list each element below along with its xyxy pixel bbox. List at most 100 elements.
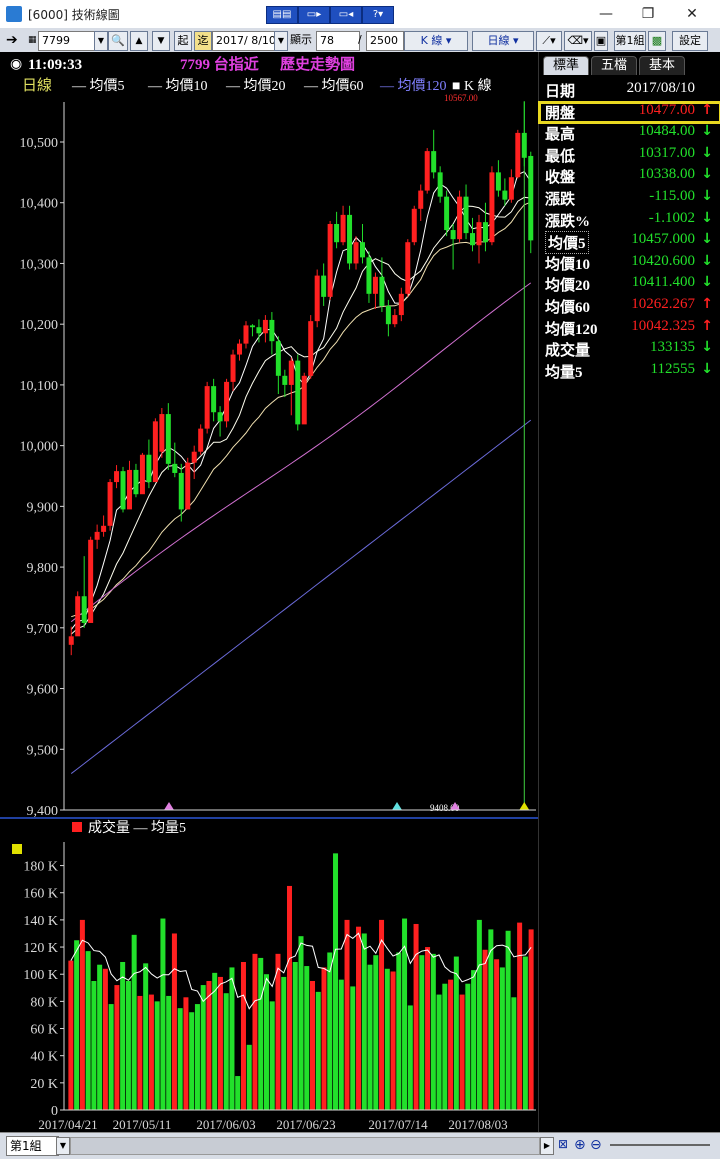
date-dropdown-icon[interactable]: ▼	[274, 31, 288, 51]
volume-bar	[125, 981, 131, 1110]
quote-value: 10262.267	[631, 296, 695, 312]
symbol-input[interactable]: 7799	[38, 31, 102, 51]
video-icon-button[interactable]: ▭◂	[330, 6, 362, 24]
chart-title: 7799 台指近	[180, 55, 259, 73]
symbol-dropdown-icon[interactable]: ▼	[94, 31, 108, 51]
volume-bar	[379, 919, 385, 1110]
quote-row: 成交量 133135 ↓	[539, 339, 720, 360]
legend-item: — 均價20	[225, 77, 286, 94]
volume-bar	[240, 961, 246, 1110]
quote-row: 日期 2017/08/10	[539, 80, 720, 101]
app-icon	[6, 6, 22, 22]
tab-2[interactable]: 基本	[639, 56, 685, 75]
display-count-input[interactable]: 78	[316, 31, 360, 51]
end-label-button[interactable]: 迄	[194, 31, 212, 51]
scroll-right-icon[interactable]: ▶	[540, 1137, 554, 1155]
eraser-icon[interactable]: ⌫▾	[564, 31, 592, 51]
up-arrow-icon[interactable]: ▲	[130, 31, 148, 51]
volume-bar	[281, 976, 287, 1110]
horizontal-scrollbar[interactable]	[70, 1137, 540, 1155]
x-tick-label: 2017/05/11	[113, 1117, 172, 1132]
chart-area[interactable]: ◉ 11:09:33 7799 台指近 歷史走勢圖 日線 — 均價5 — 均價10 — 均價2…	[0, 52, 538, 1132]
candle-body	[482, 222, 488, 243]
down-arrow-icon: ↓	[701, 209, 713, 226]
candle-body	[411, 208, 417, 243]
down-arrow-icon[interactable]: ▼	[152, 31, 170, 51]
quote-label: 漲跌%	[545, 213, 591, 230]
zoom-in-icon[interactable]: ⊕	[574, 1137, 588, 1153]
maximize-icon[interactable]: ❐	[628, 3, 668, 25]
tab-1[interactable]: 五檔	[591, 56, 637, 75]
volume-bar	[183, 997, 189, 1110]
volume-bar	[74, 940, 80, 1110]
candle-body	[191, 451, 197, 463]
date-input[interactable]: 2017/ 8/10	[212, 31, 280, 51]
x-tick-label: 2017/07/14	[368, 1117, 428, 1132]
candle-body	[152, 421, 158, 483]
candle-body	[340, 214, 346, 243]
cursor-marker	[519, 802, 530, 810]
quote-row: 漲跌% -1.1002 ↓	[539, 210, 720, 231]
start-label-button[interactable]: 起	[174, 31, 192, 51]
kline-dropdown[interactable]: K 線 ▾	[404, 31, 468, 51]
candle-body	[353, 242, 359, 264]
volume-bar	[68, 960, 74, 1110]
volume-bar	[114, 985, 120, 1110]
candle-body	[185, 462, 191, 510]
group-dropdown-icon[interactable]: ▼	[56, 1137, 70, 1155]
draw-line-icon[interactable]: ⟋▾	[536, 31, 562, 51]
chart-time: 11:09:33	[28, 57, 82, 73]
zoom-fit-icon[interactable]: ⊠	[558, 1137, 570, 1153]
volume-bar	[459, 994, 465, 1110]
candle-body	[165, 414, 171, 464]
volume-legend: 成交量 — 均量5	[88, 819, 186, 836]
quote-value: -115.00	[649, 188, 695, 204]
candle-body	[437, 172, 443, 197]
volume-bar	[517, 922, 523, 1110]
price-volume-chart[interactable]: ◉ 11:09:33 7799 台指近 歷史走勢圖日線 — 均價5 — 均價10 — 均價2…	[0, 52, 538, 1132]
chart-subtitle: 歷史走勢圖	[280, 55, 355, 73]
candle-body	[282, 375, 288, 385]
volume-bar	[528, 929, 534, 1110]
settings-button[interactable]: 設定	[672, 31, 708, 51]
candle-body	[521, 132, 527, 158]
group-select[interactable]: 第1組	[6, 1136, 59, 1156]
candle-body	[275, 341, 281, 376]
legend-item: — 均價5	[71, 77, 125, 94]
candle-body	[457, 196, 463, 240]
quote-row: 漲跌 -115.00 ↓	[539, 188, 720, 209]
export-icon-button[interactable]: ▭▸	[298, 6, 330, 24]
zoom-slider[interactable]	[610, 1144, 710, 1146]
volume-bar	[91, 981, 97, 1110]
window-title: [6000] 技術線圖	[28, 8, 120, 22]
candle-body	[398, 293, 404, 316]
excel-icon[interactable]: ▩	[648, 31, 666, 51]
zoom-out-icon[interactable]: ⊖	[590, 1137, 604, 1153]
search-icon[interactable]: 🔍	[108, 31, 128, 51]
period-dropdown[interactable]: 日線 ▾	[472, 31, 534, 51]
tab-0[interactable]: 標準	[543, 56, 589, 75]
volume-bar	[286, 885, 292, 1110]
quote-value: 112555	[650, 360, 695, 377]
window-icon[interactable]: ▣	[594, 31, 608, 51]
total-count-input[interactable]: 2500	[366, 31, 404, 51]
candle-body	[172, 463, 178, 473]
candle-body	[288, 360, 294, 385]
candle-body	[489, 172, 495, 243]
volume-bar	[482, 949, 488, 1110]
minimize-icon[interactable]: —	[586, 3, 626, 25]
group-button[interactable]: 第1組	[614, 31, 646, 51]
layout-icon-button[interactable]: ▤▤	[266, 6, 298, 24]
quote-label: 日期	[545, 84, 576, 100]
down-arrow-icon: ↓	[701, 252, 713, 269]
volume-bar	[356, 926, 362, 1110]
help-icon-button[interactable]: ?▾	[362, 6, 394, 24]
volume-bar	[384, 968, 390, 1110]
quote-value: 10317.00	[638, 144, 695, 161]
link-arrow-icon[interactable]: ➔	[6, 31, 18, 49]
volume-bar	[436, 994, 442, 1110]
volume-bar	[465, 983, 471, 1110]
volume-bar	[212, 972, 218, 1110]
quote-value: 2017/08/10	[626, 80, 695, 96]
close-icon[interactable]: ✕	[672, 3, 712, 25]
